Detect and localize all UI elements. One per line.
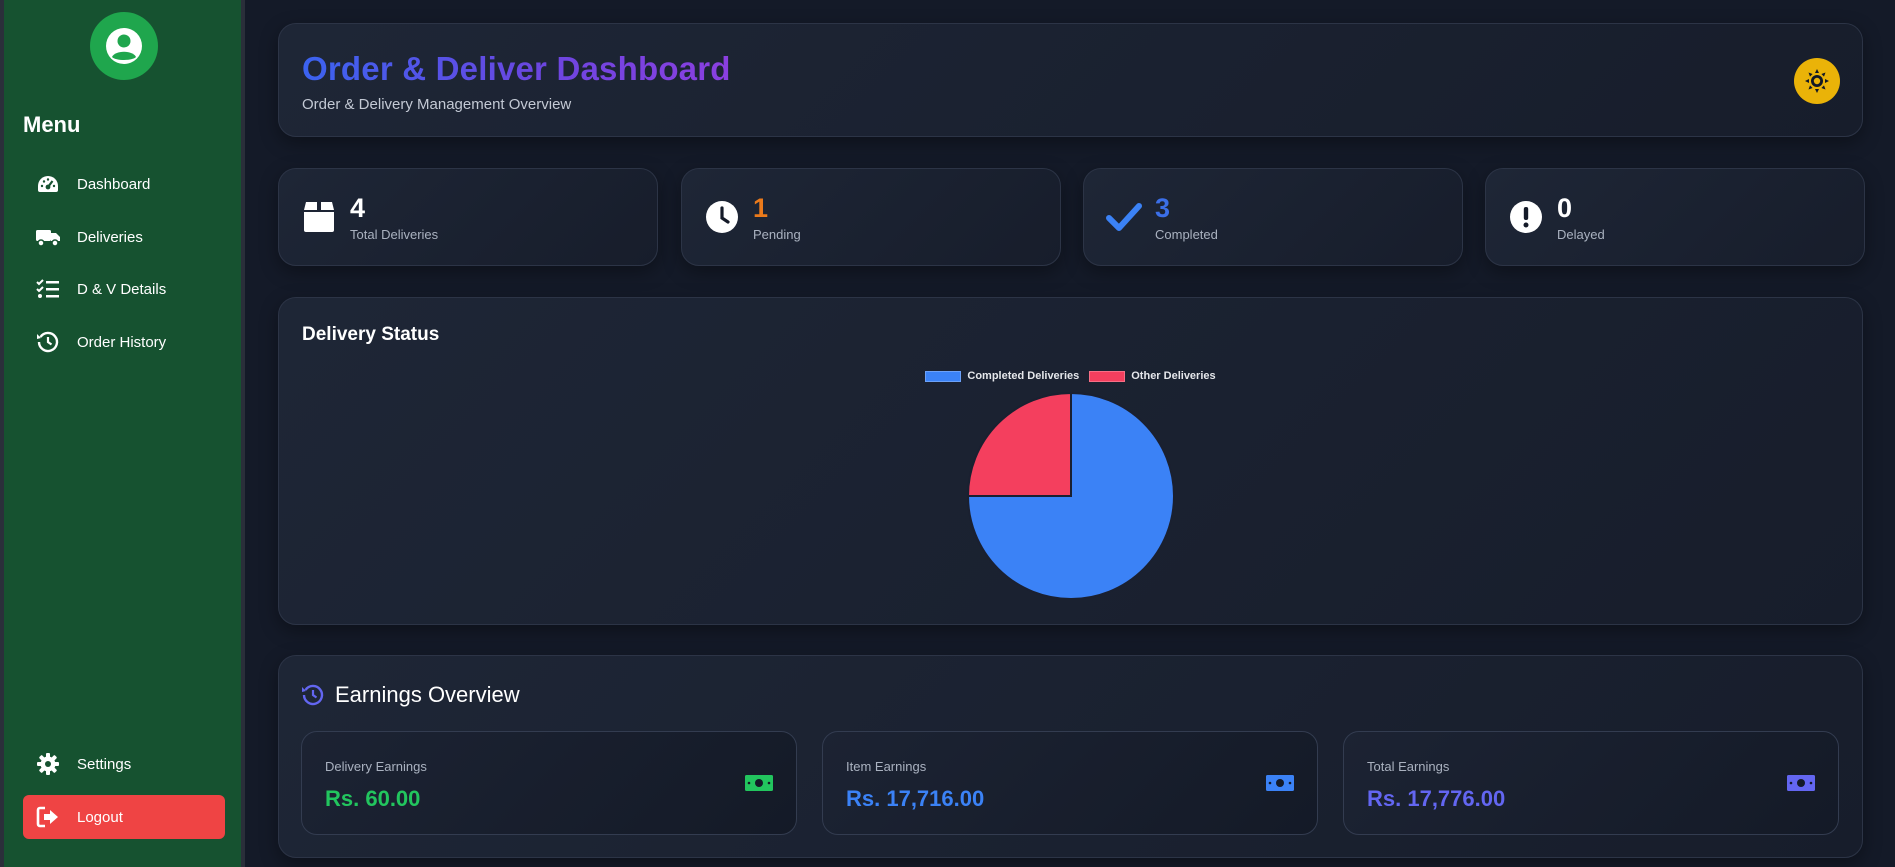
earnings-card-item: Item Earnings Rs. 17,716.00 [822,731,1318,835]
check-icon [1106,199,1142,235]
page-subtitle: Order & Delivery Management Overview [302,96,572,113]
pie-chart [966,391,1175,600]
stat-label: Completed [1155,227,1218,242]
sidebar-item-label: Settings [77,755,132,773]
stat-value: 4 [350,193,366,223]
stat-label: Total Deliveries [350,227,439,242]
stat-value: 0 [1557,193,1573,223]
list-check-icon [35,276,61,302]
earnings-label: Total Earnings [1367,759,1450,774]
avatar[interactable] [90,12,158,80]
clock-icon [704,199,740,235]
logout-label: Logout [77,808,123,826]
earnings-card-delivery: Delivery Earnings Rs. 60.00 [301,731,797,835]
box-icon [301,199,337,235]
history-icon [302,684,324,706]
theme-toggle-button[interactable] [1794,58,1840,104]
earnings-value: Rs. 17,716.00 [846,786,985,811]
sidebar-item-label: Dashboard [77,175,151,193]
sidebar-item-dashboard[interactable]: Dashboard [23,162,225,206]
pie-slice-other[interactable] [966,391,1072,497]
sidebar-item-label: D & V Details [77,280,167,298]
sidebar: Menu Dashboard Deliveries D & V Details … [0,0,245,867]
gear-icon [35,751,61,777]
stat-card-total-deliveries: 4 Total Deliveries [278,168,658,266]
earnings-label: Delivery Earnings [325,759,427,774]
truck-icon [35,224,61,250]
delivery-status-card: Delivery Status Completed Deliveries Oth… [278,297,1863,625]
logout-button[interactable]: Logout [23,795,225,839]
money-bill-icon [745,775,773,791]
earnings-value: Rs. 60.00 [325,786,421,811]
earnings-label: Item Earnings [846,759,927,774]
stat-value: 1 [753,193,769,223]
stat-card-pending: 1 Pending [681,168,1061,266]
exclamation-icon [1508,199,1544,235]
stat-label: Pending [753,227,801,242]
money-bill-icon [1787,775,1815,791]
history-icon [35,329,61,355]
sidebar-item-label: Order History [77,333,167,351]
gauge-icon [35,171,61,197]
stat-card-delayed: 0 Delayed [1485,168,1865,266]
stat-value: 3 [1155,193,1171,223]
page-title: Order & Deliver Dashboard [302,50,731,87]
sidebar-item-deliveries[interactable]: Deliveries [23,215,225,259]
sidebar-item-settings[interactable]: Settings [23,742,225,786]
earnings-overview-card: Earnings Overview Delivery Earnings Rs. … [278,655,1863,858]
stat-card-completed: 3 Completed [1083,168,1463,266]
sidebar-item-label: Deliveries [77,228,143,246]
dashboard-header: Order & Deliver Dashboard Order & Delive… [278,23,1863,137]
main-content: Order & Deliver Dashboard Order & Delive… [245,0,1895,867]
money-bill-icon [1266,775,1294,791]
stat-label: Delayed [1557,227,1605,242]
sidebar-item-order-history[interactable]: Order History [23,320,225,364]
menu-title: Menu [23,112,81,137]
user-circle-icon [106,28,142,64]
earnings-card-total: Total Earnings Rs. 17,776.00 [1343,731,1839,835]
earnings-title: Earnings Overview [335,682,520,707]
sun-icon [1805,69,1829,93]
earnings-value: Rs. 17,776.00 [1367,786,1506,811]
logout-icon [35,804,61,830]
sidebar-item-dv-details[interactable]: D & V Details [23,267,225,311]
